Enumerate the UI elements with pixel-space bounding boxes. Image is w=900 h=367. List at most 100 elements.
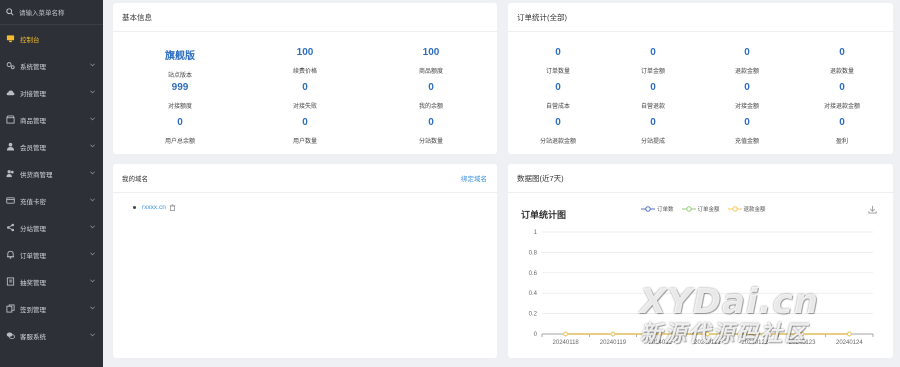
stat-label: 续费价格: [292, 69, 317, 75]
data-point: [610, 331, 616, 337]
sidebar-item-label: 系统管理: [20, 63, 46, 71]
sidebar-item[interactable]: 签到管理: [0, 295, 103, 322]
sidebar-item[interactable]: 控制台: [0, 25, 103, 52]
domains-card: 我的域名 绑定域名 rxxxx.cn: [113, 164, 497, 358]
sidebar-item[interactable]: 订单管理: [0, 241, 103, 268]
chevron-down-icon: [90, 198, 95, 202]
sidebar-item-label: 签到管理: [20, 306, 46, 314]
sidebar-item-label: 客服系统: [20, 333, 46, 341]
chevron-down-icon: [90, 117, 95, 121]
stat-item: 0 分站数量: [391, 117, 471, 145]
x-tick-label: 20240124: [836, 340, 863, 346]
stat-item: 999 对接额度: [140, 82, 220, 110]
monitor-icon: [6, 34, 15, 43]
y-tick-label: 1: [534, 230, 538, 236]
data-point: [563, 331, 568, 337]
stat-label: 退款金额: [734, 69, 759, 75]
stat-label: 退款数量: [829, 69, 854, 75]
sidebar-item[interactable]: 客服系统: [0, 322, 103, 349]
sidebar-item[interactable]: 抽奖管理: [0, 268, 103, 295]
stat-value: 0: [555, 117, 561, 128]
trash-icon[interactable]: [169, 204, 176, 211]
stat-label: 站点版本: [167, 73, 192, 79]
sidebar-item[interactable]: 充值卡密: [0, 187, 103, 214]
bell-icon: [6, 250, 15, 259]
stat-value: 0: [650, 117, 656, 128]
stat-item: 0 自营退款: [613, 82, 693, 110]
stat-value: 0: [744, 82, 750, 93]
stat-item: 0 分站提成: [613, 117, 693, 145]
sidebar: 请输入菜单名称 控制台系统管理对接管理商品管理会员管理供货商管理充值卡密分站管理…: [0, 0, 103, 367]
data-point: [752, 331, 758, 337]
gears-icon: [6, 61, 15, 70]
stat-item: 0 对接失败: [265, 82, 345, 110]
chevron-down-icon: [90, 63, 95, 67]
x-tick-label: 20240121: [694, 340, 721, 346]
stat-label: 充值金额: [734, 139, 759, 145]
stat-value: 旗舰版: [165, 51, 195, 62]
chevron-down-icon: [90, 171, 95, 175]
stat-item: 旗舰版 站点版本: [140, 47, 220, 79]
card-icon: [6, 196, 15, 205]
menu-search[interactable]: 请输入菜单名称: [0, 0, 103, 25]
stat-label: 分站提成: [640, 139, 665, 145]
search-icon: [6, 8, 14, 16]
sidebar-item[interactable]: 商品管理: [0, 106, 103, 133]
stat-item: 0 用户总余额: [140, 117, 220, 145]
order-stats-title: 订单统计(全部): [517, 12, 567, 22]
stat-label: 订单金额: [640, 69, 665, 75]
stat-item: 0 对接退款金额: [802, 82, 882, 110]
bind-domain-link[interactable]: 绑定域名: [461, 173, 487, 183]
chevron-down-icon: [90, 90, 95, 94]
stat-label: 对接金额: [734, 104, 759, 110]
y-tick-label: 0: [534, 332, 538, 338]
data-point: [705, 331, 710, 337]
stat-value: 0: [839, 82, 845, 93]
sidebar-item[interactable]: 对接管理: [0, 79, 103, 106]
stat-label: 对接失败: [292, 104, 317, 110]
order-stats-card: 订单统计(全部) 0 订单数量 0 订单金额 0 退款金额 0 退款数量 0 自营成本 0 自营退款 0…: [508, 3, 893, 154]
sidebar-item[interactable]: 会员管理: [0, 133, 103, 160]
sidebar-item[interactable]: 供货商管理: [0, 160, 103, 187]
stat-item: 0 退款数量: [802, 47, 882, 75]
sidebar-item-label: 充值卡密: [20, 198, 46, 206]
chevron-down-icon: [90, 306, 95, 310]
stat-value: 100: [422, 47, 440, 58]
stat-value: 0: [650, 82, 656, 93]
share-icon: [6, 223, 15, 232]
sidebar-item-label: 控制台: [20, 36, 40, 44]
cloud-icon: [6, 88, 15, 97]
x-tick-label: 20240122: [741, 340, 768, 346]
stat-value: 0: [177, 117, 183, 128]
data-point: [799, 331, 805, 337]
stat-label: 对接退款金额: [823, 104, 860, 110]
stat-item: 0 用户数量: [265, 117, 345, 145]
stat-value: 0: [302, 82, 308, 93]
user-icon: [6, 142, 15, 151]
sidebar-item-label: 订单管理: [20, 252, 46, 260]
stat-value: 999: [171, 82, 189, 93]
chevron-down-icon: [90, 252, 95, 256]
sidebar-item[interactable]: 分站管理: [0, 214, 103, 241]
stat-item: 0 订单金额: [613, 47, 693, 75]
sidebar-item-label: 会员管理: [20, 144, 46, 152]
stat-label: 用户数量: [292, 139, 317, 145]
stat-value: 0: [744, 117, 750, 128]
stat-item: 0 自营成本: [518, 82, 598, 110]
x-tick-label: 20240118: [553, 340, 580, 346]
domain-list-item: rxxxx.cn: [133, 204, 176, 211]
stat-item: 0 订单数量: [518, 47, 598, 75]
stat-label: 对接额度: [167, 104, 192, 110]
chart-card: 数据图(近7天) 订单统计图 订单数 订单金额 退款金额 0 0.2 0.4 0.6 0.8…: [508, 164, 893, 358]
sidebar-item-label: 商品管理: [20, 117, 46, 125]
sidebar-item-label: 对接管理: [20, 90, 46, 98]
y-tick-label: 0.8: [529, 250, 538, 256]
domain-link[interactable]: rxxxx.cn: [142, 204, 166, 211]
stat-label: 我的余额: [418, 104, 443, 110]
basic-info-title: 基本信息: [122, 12, 152, 22]
chevron-down-icon: [90, 144, 95, 148]
sidebar-item[interactable]: 系统管理: [0, 52, 103, 79]
stat-label: 盈利: [835, 139, 848, 145]
chat-icon: [6, 331, 15, 340]
y-tick-label: 0.6: [529, 271, 538, 277]
